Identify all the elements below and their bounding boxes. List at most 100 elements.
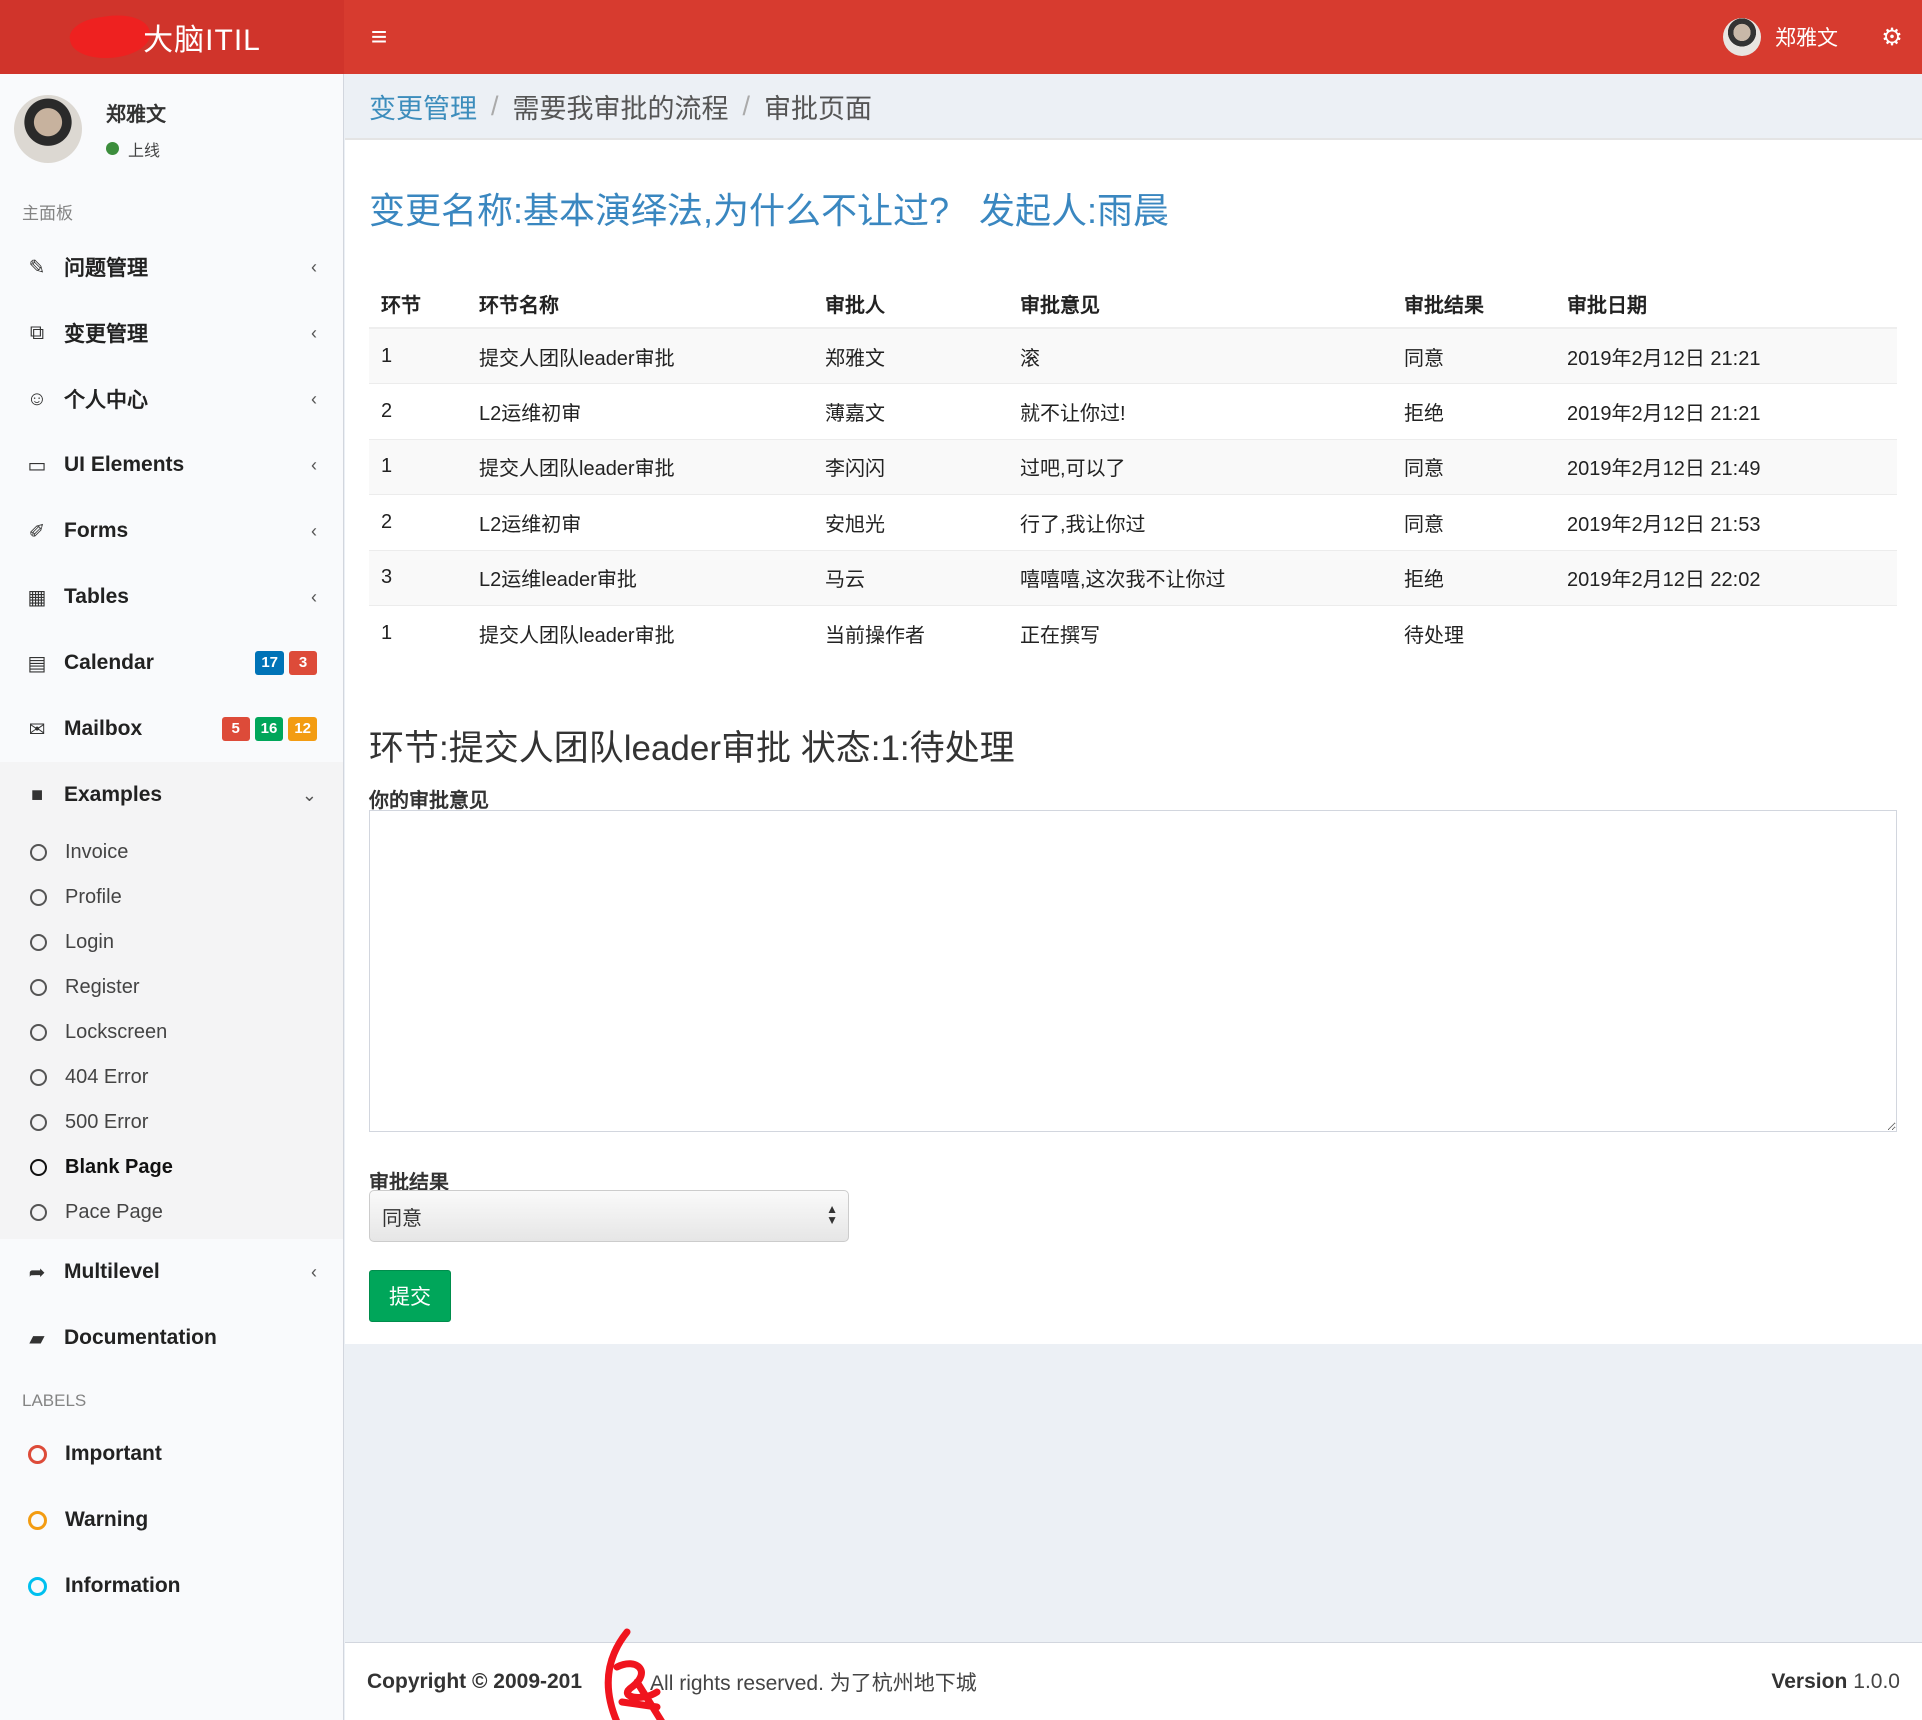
submenu-item-register[interactable]: Register bbox=[0, 965, 343, 1010]
sidebar-item-problem[interactable]: ✎ 问题管理 ‹ bbox=[0, 234, 343, 300]
circle-icon bbox=[28, 1510, 47, 1530]
table-cell: 1 bbox=[369, 605, 467, 661]
sidebar-item-multilevel[interactable]: ➦ Multilevel ‹ bbox=[0, 1239, 343, 1305]
table-cell: 2019年2月12日 21:21 bbox=[1555, 327, 1897, 384]
status-label: 上线 bbox=[128, 142, 161, 160]
submenu-item-label: Profile bbox=[65, 886, 122, 908]
calendar-icon: ▤ bbox=[27, 652, 47, 675]
hamburger-icon[interactable]: ≡ bbox=[344, 0, 414, 74]
circle-icon bbox=[30, 1024, 47, 1041]
table-cell: 提交人团队leader审批 bbox=[467, 327, 813, 384]
table-cell: 2019年2月12日 21:53 bbox=[1555, 494, 1897, 550]
circle-icon bbox=[30, 1114, 47, 1131]
table-cell: 拒绝 bbox=[1392, 549, 1555, 606]
result-select[interactable]: 同意 ▲ ▼ bbox=[369, 1190, 849, 1242]
examples-submenu: Invoice Profile Login Register Lockscree… bbox=[0, 828, 343, 1239]
share-icon: ➦ bbox=[28, 1261, 46, 1284]
submenu-item-label: Login bbox=[65, 931, 114, 953]
submit-button[interactable]: 提交 bbox=[369, 1270, 451, 1322]
edit-icon: ✐ bbox=[28, 520, 46, 543]
sidebar-item-label: Multilevel bbox=[64, 1260, 160, 1283]
submenu-item-blank-page[interactable]: Blank Page bbox=[0, 1145, 343, 1190]
menu-header-labels: LABELS bbox=[22, 1391, 87, 1410]
user-menu[interactable]: 郑雅文 bbox=[1713, 0, 1862, 74]
avatar bbox=[1723, 18, 1761, 56]
table-row: 2 L2运维初审 安旭光 行了,我让你过 同意 2019年2月12日 21:53 bbox=[369, 494, 1897, 550]
breadcrumb-item[interactable]: 变更管理 bbox=[369, 87, 477, 126]
copyright-rest: All rights reserved. 为了杭州地下城 bbox=[650, 1671, 977, 1695]
sidebar: 郑雅文 上线 主面板 ✎ 问题管理 ‹ ⧉ 变更管理 ‹ ☺ 个人中心 ‹ ▭ … bbox=[0, 74, 344, 1720]
submenu-item-profile[interactable]: Profile bbox=[0, 875, 343, 920]
breadcrumb-item[interactable]: 需要我审批的流程 bbox=[513, 87, 729, 126]
mailbox-badge-orange: 12 bbox=[288, 717, 317, 741]
table-cell: 3 bbox=[369, 549, 467, 606]
table-cell: 1 bbox=[369, 438, 467, 495]
sidebar-item-calendar[interactable]: ▤ Calendar 17 3 bbox=[0, 630, 343, 696]
circle-icon bbox=[30, 1159, 47, 1176]
sidebar-item-tables[interactable]: ▦ Tables ‹ bbox=[0, 564, 343, 630]
sidebar-item-ui-elements[interactable]: ▭ UI Elements ‹ bbox=[0, 432, 343, 498]
submenu-item-500[interactable]: 500 Error bbox=[0, 1100, 343, 1145]
column-header: 审批日期 bbox=[1555, 280, 1897, 329]
result-selected-value: 同意 bbox=[382, 1207, 422, 1230]
table-row: 3 L2运维leader审批 马云 嘻嘻嘻,这次我不让你过 拒绝 2019年2月… bbox=[369, 549, 1897, 606]
submenu-item-pace-page[interactable]: Pace Page bbox=[0, 1190, 343, 1235]
table-cell: L2运维leader审批 bbox=[467, 549, 813, 606]
smile-icon: ☺ bbox=[26, 387, 48, 410]
sidebar-item-label: Documentation bbox=[64, 1326, 217, 1349]
version-value: 1.0.0 bbox=[1853, 1669, 1900, 1693]
table-cell: 薄嘉文 bbox=[813, 383, 1008, 439]
circle-icon bbox=[30, 1204, 47, 1221]
sidebar-item-change[interactable]: ⧉ 变更管理 ‹ bbox=[0, 300, 343, 366]
chevron-left-icon: ‹ bbox=[311, 388, 317, 409]
calendar-badge-blue: 17 bbox=[255, 651, 284, 675]
table-cell: 2019年2月12日 21:21 bbox=[1555, 383, 1897, 439]
sidebar-item-mailbox[interactable]: ✉ Mailbox 5 16 12 bbox=[0, 696, 343, 762]
calendar-badge-red: 3 bbox=[289, 651, 317, 675]
submenu-item-label: Invoice bbox=[65, 841, 129, 863]
table-cell: 马云 bbox=[813, 549, 1008, 606]
sidebar-item-personal[interactable]: ☺ 个人中心 ‹ bbox=[0, 366, 343, 432]
table-cell: 同意 bbox=[1392, 438, 1555, 495]
table-cell: 提交人团队leader审批 bbox=[467, 605, 813, 661]
submenu-item-invoice[interactable]: Invoice bbox=[0, 830, 343, 875]
breadcrumb-item-current: 审批页面 bbox=[764, 93, 873, 124]
submenu-item-login[interactable]: Login bbox=[0, 920, 343, 965]
table-cell bbox=[1555, 605, 1897, 661]
label-information[interactable]: Information bbox=[0, 1553, 343, 1619]
laptop-icon: ▭ bbox=[27, 454, 47, 477]
table-cell: 同意 bbox=[1392, 327, 1555, 384]
table-row: 1 提交人团队leader审批 当前操作者 正在撰写 待处理 bbox=[369, 605, 1897, 661]
submenu-item-lockscreen[interactable]: Lockscreen bbox=[0, 1010, 343, 1055]
circle-icon bbox=[30, 934, 47, 951]
label-warning[interactable]: Warning bbox=[0, 1487, 343, 1553]
table-cell: 2019年2月12日 22:02 bbox=[1555, 549, 1897, 606]
table-cell: 就不让你过! bbox=[1008, 383, 1392, 439]
table-cell: 2 bbox=[369, 383, 467, 439]
table-cell: 当前操作者 bbox=[813, 605, 1008, 661]
table-icon: ▦ bbox=[27, 586, 47, 609]
table-row: 2 L2运维初审 薄嘉文 就不让你过! 拒绝 2019年2月12日 21:21 bbox=[369, 383, 1897, 439]
table-cell: 滚 bbox=[1008, 327, 1392, 384]
online-status: 上线 bbox=[106, 137, 166, 161]
label-important[interactable]: Important bbox=[0, 1421, 343, 1487]
submenu-item-404[interactable]: 404 Error bbox=[0, 1055, 343, 1100]
sidebar-item-documentation[interactable]: ▰ Documentation bbox=[0, 1305, 343, 1371]
column-header: 审批意见 bbox=[1008, 280, 1392, 329]
column-header: 审批结果 bbox=[1392, 280, 1555, 329]
chevron-left-icon: ‹ bbox=[311, 1261, 317, 1282]
sidebar-item-label: Mailbox bbox=[64, 717, 143, 740]
copyright-strong: Copyright © 2009-201 bbox=[367, 1669, 583, 1693]
online-dot-icon bbox=[106, 142, 119, 155]
sidebar-item-examples[interactable]: ■ Examples ⌄ bbox=[0, 762, 343, 828]
table-cell: 2019年2月12日 21:49 bbox=[1555, 438, 1897, 495]
logo[interactable]: 大脑ITIL bbox=[0, 0, 344, 74]
circle-icon bbox=[28, 1444, 47, 1464]
opinion-textarea[interactable] bbox=[369, 810, 1897, 1132]
envelope-icon: ✉ bbox=[28, 718, 46, 741]
folder-icon: ■ bbox=[30, 783, 44, 806]
gears-icon[interactable]: ⚙ bbox=[1862, 0, 1922, 74]
chevron-left-icon: ‹ bbox=[311, 256, 317, 277]
sidebar-item-label: Calendar bbox=[64, 651, 154, 674]
sidebar-item-forms[interactable]: ✐ Forms ‹ bbox=[0, 498, 343, 564]
